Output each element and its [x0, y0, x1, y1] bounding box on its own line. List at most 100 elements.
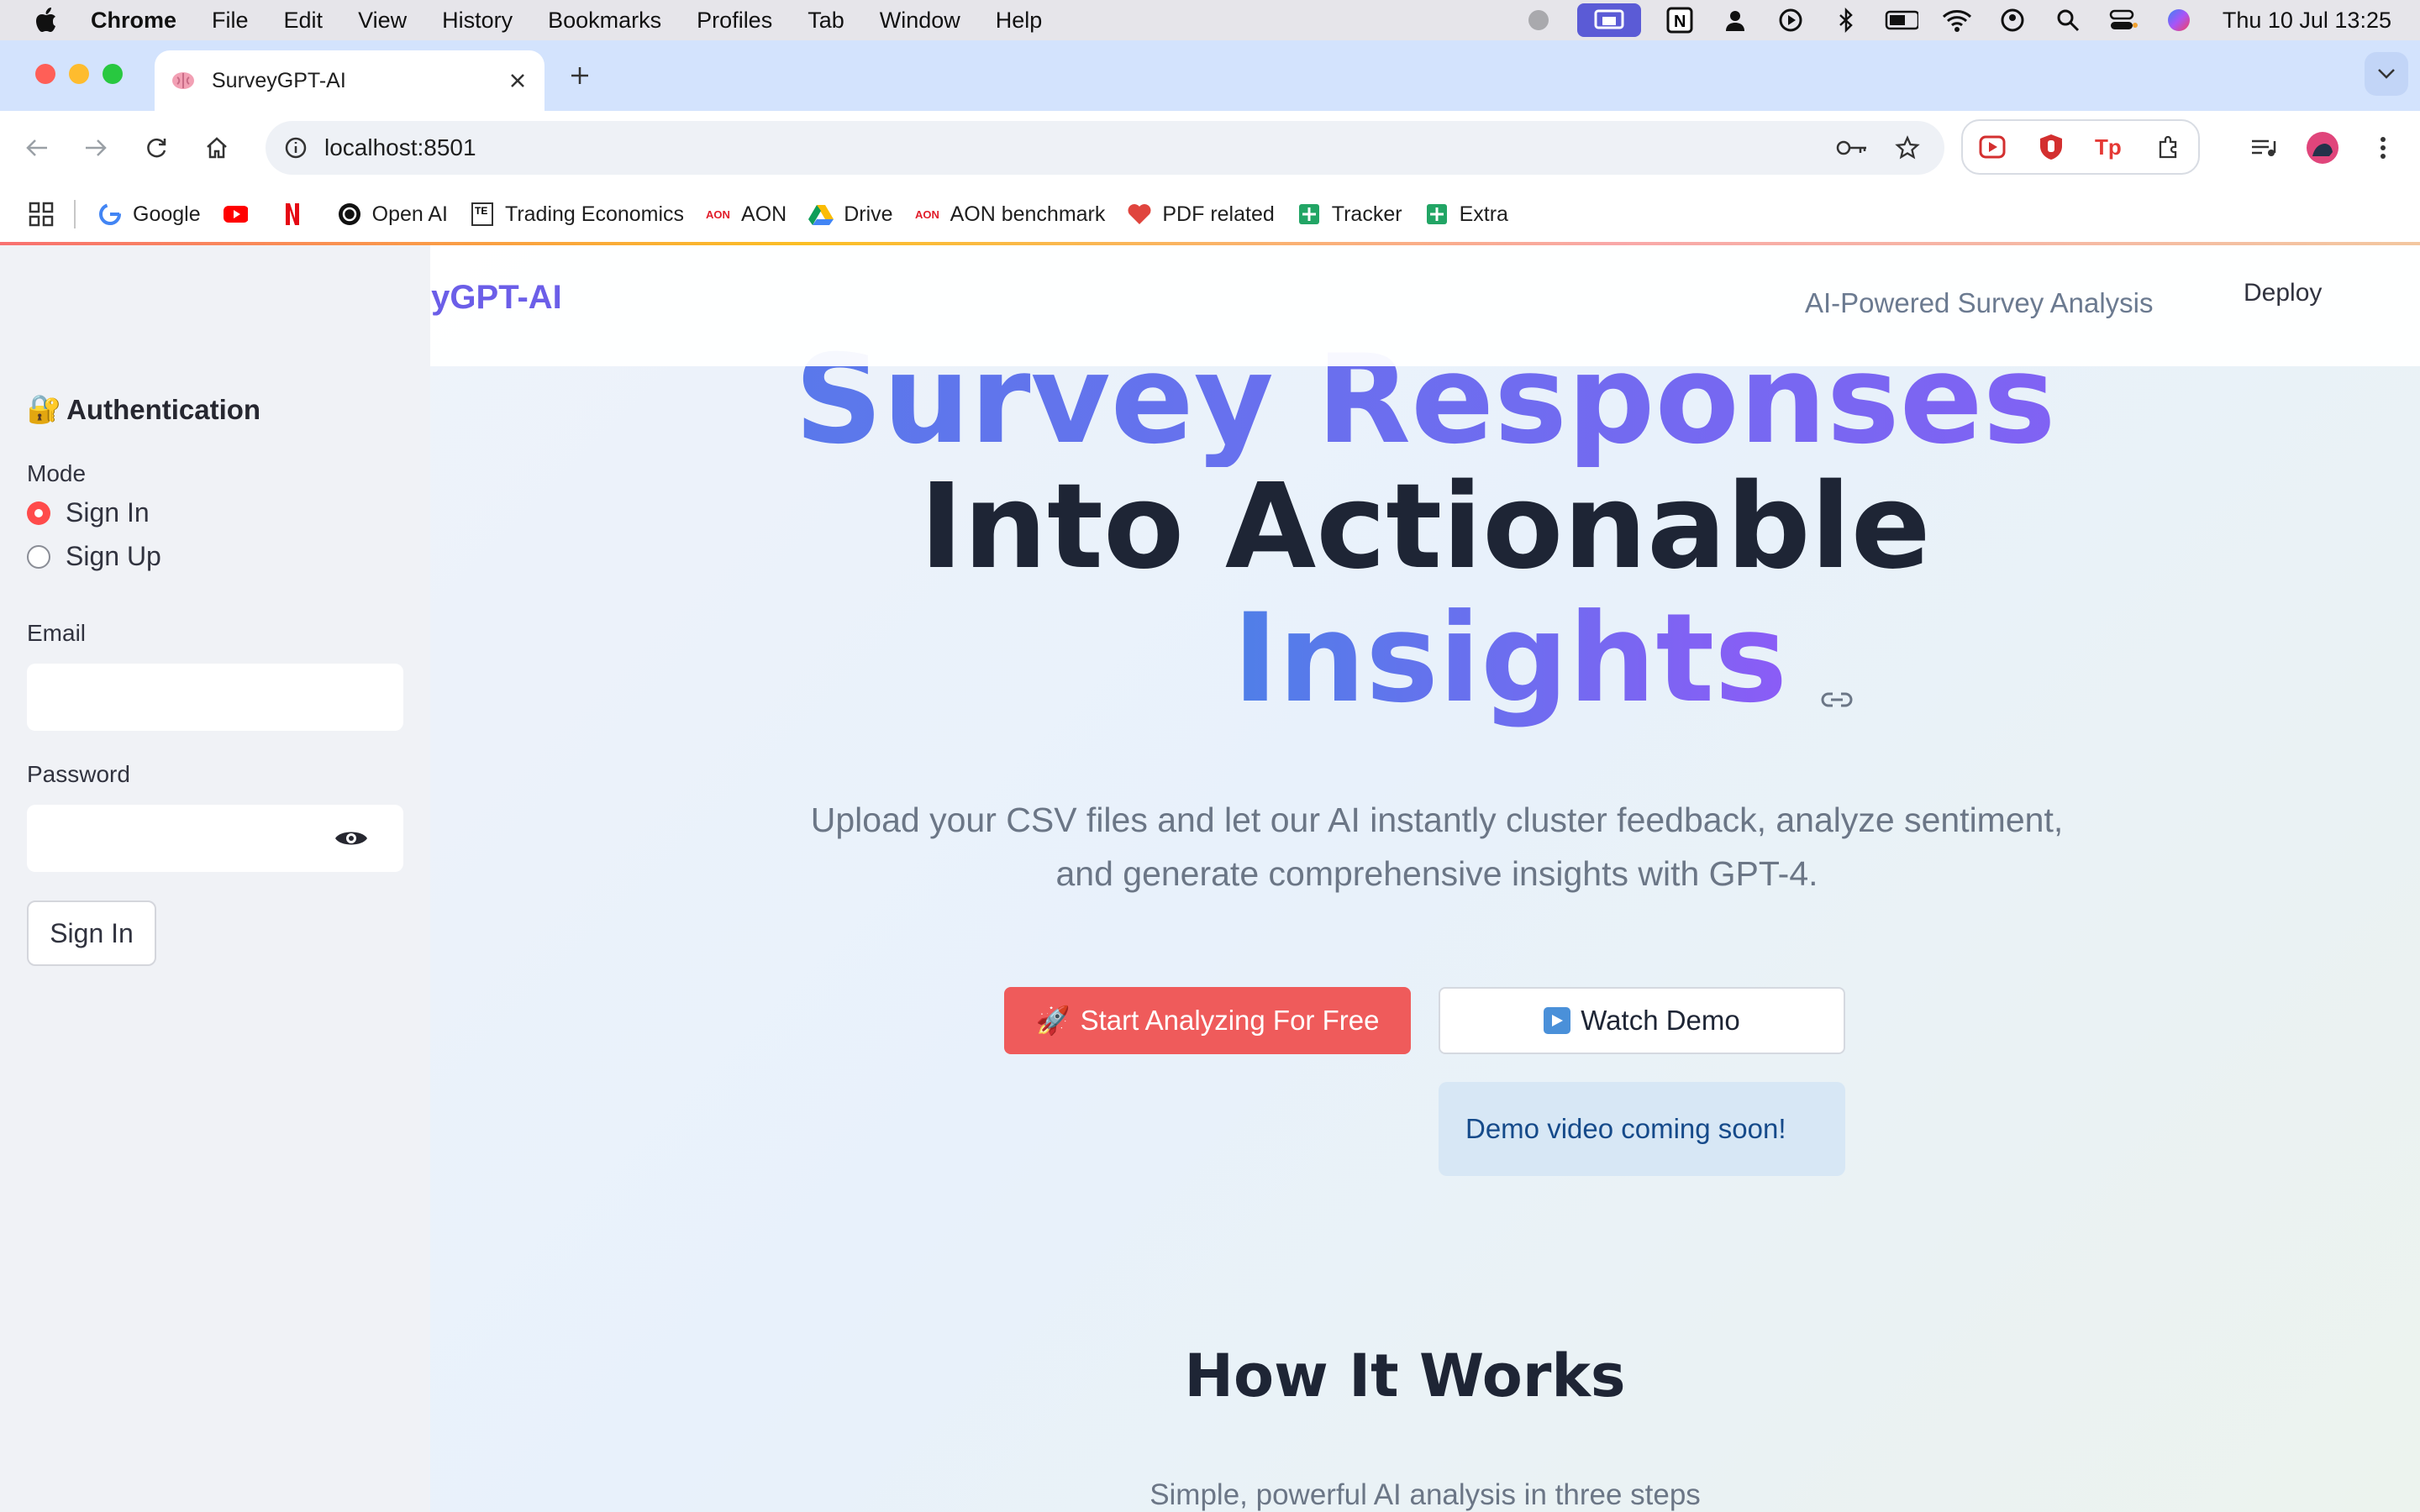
home-icon[interactable]	[198, 129, 235, 166]
watch-demo-button[interactable]: Watch Demo	[1439, 987, 1845, 1054]
how-it-works-title: How It Works	[1184, 1341, 1626, 1410]
active-tab[interactable]: SurveyGPT-AI	[155, 50, 544, 111]
mode-option-sign-in[interactable]: Sign In	[27, 497, 150, 528]
tab-search-chevron-icon[interactable]	[2365, 52, 2408, 96]
svg-text:N: N	[1674, 13, 1686, 31]
adblock-shield-icon[interactable]	[2034, 130, 2068, 164]
chrome-tab-strip: SurveyGPT-AI	[0, 40, 2420, 111]
password-key-icon[interactable]	[1833, 129, 1870, 166]
spotlight-search-icon[interactable]	[2051, 5, 2085, 35]
bookmark-label: Google	[133, 202, 201, 226]
play-circle-icon[interactable]	[1774, 5, 1807, 35]
mode-label: Mode	[27, 460, 87, 486]
notion-icon[interactable]: N	[1663, 5, 1697, 35]
svg-text:Tp: Tp	[2095, 134, 2122, 160]
anchor-link-icon[interactable]	[1821, 600, 1853, 734]
sidebar: 🔐 Authentication Mode Sign In Sign Up Em…	[0, 245, 430, 1512]
menubar-clock[interactable]: Thu 10 Jul 13:25	[2223, 8, 2391, 34]
menu-bookmarks[interactable]: Bookmarks	[548, 8, 661, 34]
back-arrow-icon[interactable]	[18, 129, 55, 166]
deploy-button[interactable]: Deploy	[2244, 279, 2322, 307]
bookmark-openai[interactable]: Open AI	[337, 202, 448, 227]
show-password-eye-icon[interactable]	[333, 825, 370, 852]
apple-icon[interactable]	[32, 6, 60, 34]
window-zoom-button[interactable]	[103, 64, 123, 84]
svg-text:AON: AON	[706, 208, 730, 221]
account-circle-icon[interactable]	[1996, 5, 2029, 35]
bookmark-star-icon[interactable]	[1889, 129, 1926, 166]
menu-app-name[interactable]: Chrome	[91, 8, 176, 34]
watch-demo-label: Watch Demo	[1581, 1005, 1740, 1036]
email-field[interactable]	[27, 664, 403, 731]
bookmark-trading-economics[interactable]: TE Trading Economics	[470, 202, 684, 227]
video-extension-icon[interactable]	[1975, 130, 2009, 164]
menu-edit[interactable]: Edit	[284, 8, 324, 34]
profile-avatar[interactable]	[2304, 129, 2341, 166]
extensions-group: Tp	[1961, 119, 2200, 175]
brand-logo-text[interactable]: SurveyGPT-AI	[430, 279, 562, 317]
site-info-icon[interactable]	[279, 131, 313, 165]
menu-profiles[interactable]: Profiles	[697, 8, 772, 34]
chrome-menu-icon[interactable]	[2365, 129, 2402, 166]
radio-unselected[interactable]	[27, 544, 50, 569]
tp-extension-icon[interactable]: Tp	[2093, 130, 2127, 164]
menu-tab[interactable]: Tab	[808, 8, 844, 34]
radio-selected[interactable]	[27, 501, 50, 525]
address-bar[interactable]: localhost:8501	[266, 121, 1944, 175]
radio-label: Sign Up	[66, 541, 161, 571]
start-analyzing-button[interactable]: 🚀 Start Analyzing For Free	[1004, 987, 1411, 1054]
siri-icon[interactable]	[2162, 5, 2196, 35]
window-minimize-button[interactable]	[69, 64, 89, 84]
bookmarks-bar: Google Open AI TE Trading Economics AON …	[0, 185, 2420, 244]
new-tab-icon[interactable]	[561, 57, 598, 94]
bookmark-tracker[interactable]: Tracker	[1297, 202, 1402, 227]
mode-option-sign-up[interactable]: Sign Up	[27, 541, 161, 572]
battery-icon[interactable]	[1885, 5, 1918, 35]
bookmark-google[interactable]: Google	[97, 202, 201, 227]
svg-text:TE: TE	[475, 205, 487, 217]
heart-folder-icon	[1127, 202, 1152, 227]
wifi-icon[interactable]	[1940, 5, 1974, 35]
extensions-puzzle-icon[interactable]	[2152, 130, 2186, 164]
menu-view[interactable]: View	[358, 8, 407, 34]
aon-icon: AON	[915, 202, 940, 227]
bookmark-youtube[interactable]	[223, 202, 258, 227]
user-icon[interactable]	[1718, 5, 1752, 35]
bookmark-extra[interactable]: Extra	[1424, 202, 1508, 227]
bookmark-netflix[interactable]	[280, 202, 315, 227]
bookmark-pdf-related[interactable]: PDF related	[1127, 202, 1275, 227]
brain-favicon-icon	[170, 67, 197, 94]
app-header: SurveyGPT-AI AI-Powered Survey Analysis …	[430, 245, 2420, 366]
control-center-icon[interactable]	[2107, 5, 2140, 35]
menu-file[interactable]: File	[212, 8, 249, 34]
apps-grid-icon[interactable]	[29, 202, 54, 227]
menu-window[interactable]: Window	[880, 8, 960, 34]
bookmark-label: AON	[741, 202, 787, 226]
bookmark-aon-benchmark[interactable]: AON AON benchmark	[915, 202, 1106, 227]
sign-in-button[interactable]: Sign In	[27, 900, 156, 966]
forward-arrow-icon[interactable]	[77, 129, 114, 166]
aon-icon: AON	[706, 202, 731, 227]
bookmark-aon[interactable]: AON AON	[706, 202, 786, 227]
media-controls-icon[interactable]	[2245, 129, 2282, 166]
sidebar-heading-text: Authentication	[66, 393, 261, 425]
bookmark-drive[interactable]: Drive	[808, 202, 893, 227]
start-analyzing-label: Start Analyzing For Free	[1080, 1005, 1380, 1036]
record-indicator-icon[interactable]	[1522, 5, 1555, 35]
chrome-toolbar: localhost:8501 Tp	[0, 111, 2420, 185]
url-text[interactable]: localhost:8501	[324, 134, 1833, 161]
sidebar-heading: 🔐 Authentication	[27, 393, 260, 426]
hero-highlight-insights: Insights	[1232, 587, 1788, 730]
bookmark-label: AON benchmark	[950, 202, 1106, 226]
youtube-icon	[223, 202, 248, 227]
menu-help[interactable]: Help	[996, 8, 1043, 34]
window-close-button[interactable]	[35, 64, 55, 84]
menu-history[interactable]: History	[442, 8, 513, 34]
reload-icon[interactable]	[138, 129, 175, 166]
password-field[interactable]	[27, 805, 403, 872]
bluetooth-icon[interactable]	[1829, 5, 1863, 35]
close-tab-icon[interactable]	[501, 64, 534, 97]
svg-text:AON: AON	[915, 208, 939, 221]
bookmark-label: Open AI	[371, 202, 448, 226]
screen-mirroring-icon[interactable]	[1576, 3, 1641, 37]
